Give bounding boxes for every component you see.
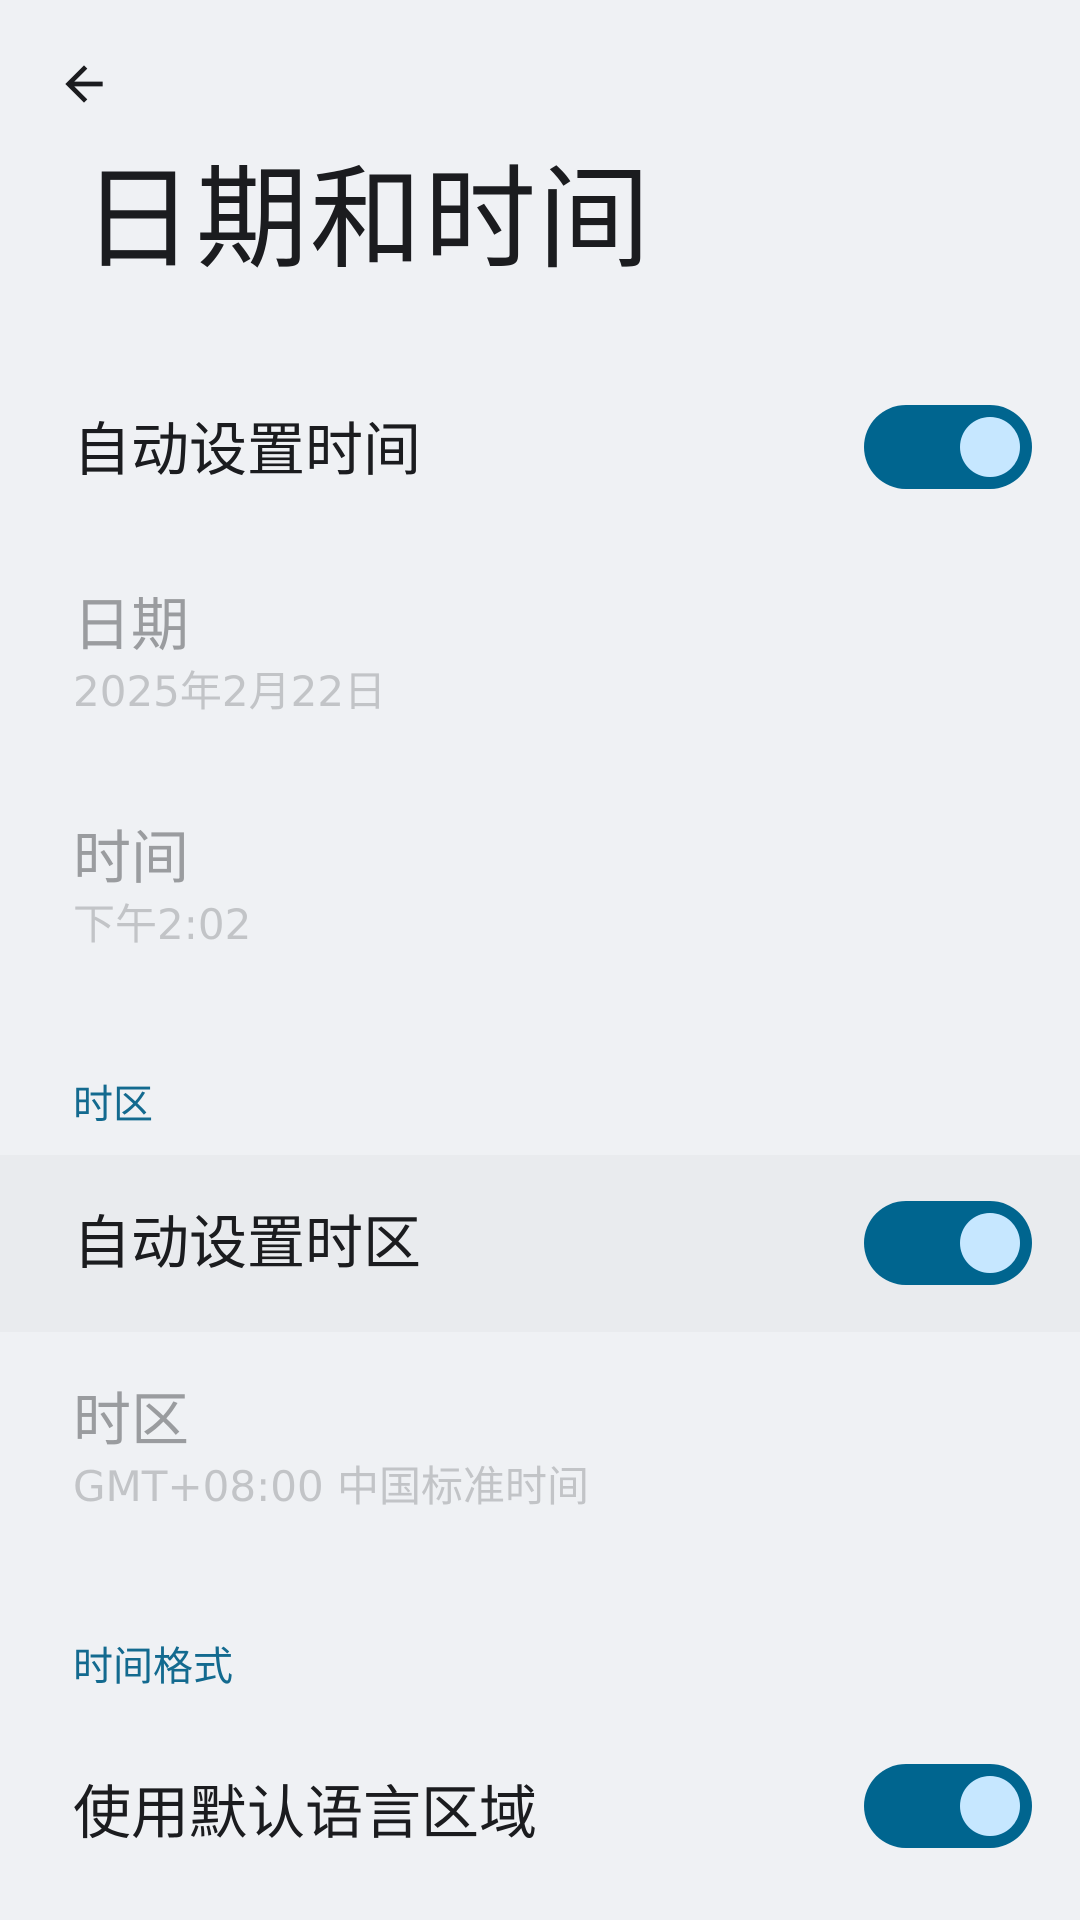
auto-timezone-title: 自动设置时区 [73, 1209, 422, 1277]
use-locale-default-switch[interactable] [864, 1764, 1032, 1848]
auto-time-switch[interactable] [864, 405, 1032, 489]
timezone-summary: GMT+08:00 中国标准时间 [73, 1462, 590, 1511]
auto-time-title: 自动设置时间 [73, 416, 422, 484]
timezone-section-header: 时区 [73, 1082, 153, 1128]
switch-thumb [960, 417, 1020, 477]
time-row[interactable]: 时间 下午2:02 [0, 813, 1080, 963]
auto-time-row[interactable]: 自动设置时间 [0, 395, 1080, 505]
page-title: 日期和时间 [82, 155, 652, 285]
auto-timezone-switch[interactable] [864, 1201, 1032, 1285]
timezone-title: 时区 [73, 1386, 190, 1454]
switch-thumb [960, 1213, 1020, 1273]
use-locale-default-row[interactable]: 使用默认语言区域 [0, 1758, 1080, 1868]
switch-thumb [960, 1776, 1020, 1836]
date-title: 日期 [73, 591, 190, 659]
date-summary: 2025年2月22日 [73, 667, 387, 716]
date-row[interactable]: 日期 2025年2月22日 [0, 580, 1080, 730]
timezone-row[interactable]: 时区 GMT+08:00 中国标准时间 [0, 1375, 1080, 1525]
time-title: 时间 [73, 824, 190, 892]
arrow-back-icon [65, 65, 103, 103]
time-format-section-header: 时间格式 [73, 1644, 233, 1690]
auto-timezone-row[interactable]: 自动设置时区 [0, 1155, 1080, 1332]
time-summary: 下午2:02 [73, 900, 252, 949]
back-button[interactable] [44, 44, 124, 124]
use-locale-default-title: 使用默认语言区域 [73, 1779, 538, 1847]
